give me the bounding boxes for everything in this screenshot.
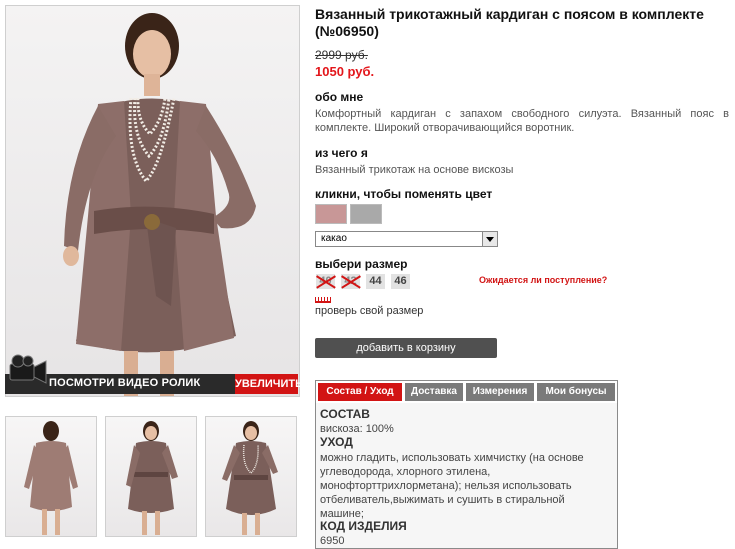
thumbnail-image [126,421,178,535]
color-heading: кликни, чтобы поменять цвет [315,187,493,201]
thumbnail-image [222,421,278,535]
tab-composition-care[interactable]: Состав / Уход [318,383,402,401]
main-product-photo[interactable] [5,5,300,397]
size-option-46[interactable]: 46 [391,274,410,289]
size-option-40: 40 [316,274,335,289]
material-text: Вязанный трикотаж на основе вискозы [315,164,514,176]
care-text: можно гладить, использовать химчистку (н… [320,452,584,520]
size-option-44[interactable]: 44 [366,274,385,289]
video-camera-icon [8,354,48,395]
ruler-icon [315,296,331,303]
color-select[interactable]: какао [315,231,498,247]
video-label: ПОСМОТРИ ВИДЕО РОЛИК [49,377,201,389]
details-panel: Состав / Уход Доставка Измерения Мои бон… [315,380,618,549]
size-option-42: 42 [341,274,360,289]
tab-delivery[interactable]: Доставка [405,383,463,401]
thumbnail-front-view[interactable] [105,416,197,537]
expect-arrival-link[interactable]: Ожидается ли поступление? [479,275,607,285]
material-heading: из чего я [315,146,368,160]
composition-heading: СОСТАВ [320,407,370,421]
thumbnail-back-view[interactable] [5,416,97,537]
care-heading: УХОД [320,435,353,449]
composition-text: вискоза: 100% [320,423,394,435]
product-code: 6950 [320,535,345,547]
color-swatch-cocoa[interactable] [315,204,347,224]
color-select-value: какао [321,233,347,244]
tab-measurements[interactable]: Измерения [466,383,534,401]
add-to-cart-button[interactable]: добавить в корзину [315,338,497,358]
zoom-button[interactable]: УВЕЛИЧИТЬ [235,374,303,394]
check-size-link[interactable]: проверь свой размер [315,305,423,317]
new-price: 1050 руб. [315,64,375,79]
old-price: 2999 руб. [315,48,368,62]
about-text: Комфортный кардиган с запахом свободного… [315,108,729,134]
code-heading: КОД ИЗДЕЛИЯ [320,519,407,533]
chevron-down-icon[interactable] [482,232,497,246]
product-title: Вязанный трикотажный кардиган с поясом в… [315,6,704,39]
size-heading: выбери размер [315,257,408,271]
tab-bonuses[interactable]: Мои бонусы [537,383,615,401]
tab-bar: Состав / Уход Доставка Измерения Мои бон… [316,381,617,403]
thumbnail-side-view[interactable] [205,416,297,537]
color-swatch-grey[interactable] [350,204,382,224]
model-illustration [63,13,256,396]
about-heading: обо мне [315,90,364,104]
thumbnail-image [24,421,78,535]
